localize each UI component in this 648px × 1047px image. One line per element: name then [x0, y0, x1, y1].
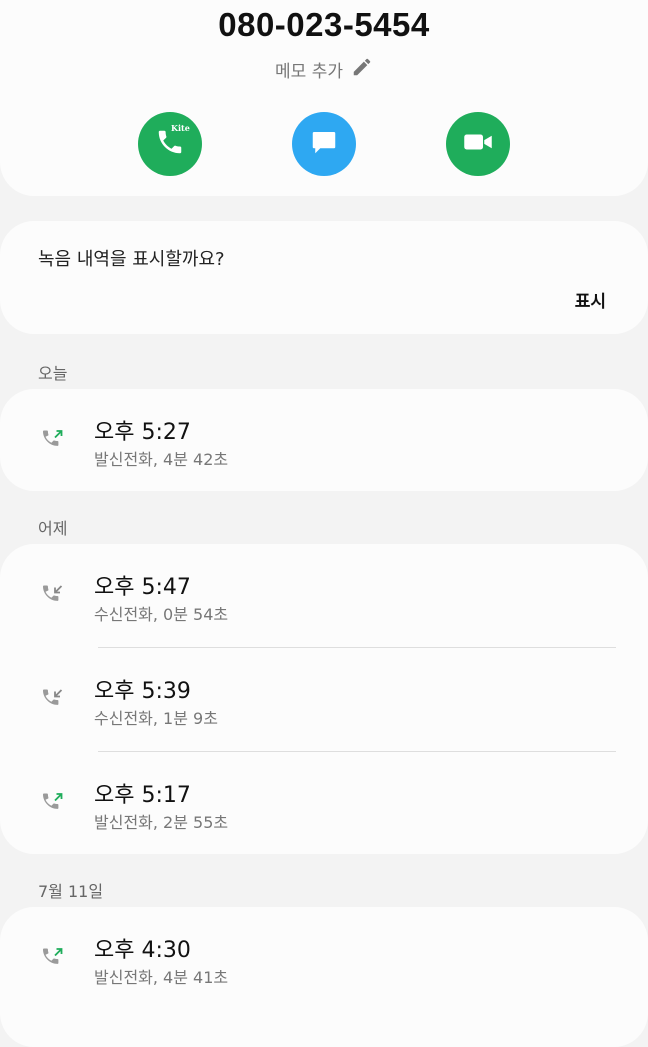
outgoing-call-icon	[40, 790, 66, 820]
call-detail: 수신전화, 1분 9초	[94, 709, 218, 728]
call-time: 오후 4:30	[94, 938, 191, 963]
call-log-entry[interactable]: 오후 5:47 수신전화, 0분 54초	[0, 544, 648, 648]
call-log-entry[interactable]: 오후 5:39 수신전화, 1분 9초	[0, 648, 648, 752]
call-detail: 발신전화, 4분 41초	[94, 968, 229, 987]
call-time: 오후 5:27	[94, 420, 191, 445]
contact-card: 080-023-5454 메모 추가 Kite	[0, 0, 648, 196]
message-button[interactable]	[292, 112, 356, 176]
date-header-today: 오늘	[38, 364, 68, 383]
message-icon	[309, 127, 339, 161]
phone-number: 080-023-5454	[218, 6, 430, 43]
call-detail: 발신전화, 4분 42초	[94, 450, 229, 469]
call-time: 오후 5:47	[94, 575, 191, 600]
call-time: 오후 5:39	[94, 679, 191, 704]
call-detail: 수신전화, 0분 54초	[94, 605, 229, 624]
memo-label: 메모 추가	[275, 62, 343, 82]
call-button[interactable]: Kite	[138, 112, 202, 176]
incoming-call-icon	[40, 582, 66, 612]
date-header-july-11: 7월 11일	[38, 882, 104, 901]
outgoing-call-icon	[40, 427, 66, 457]
show-recordings-button[interactable]: 표시	[575, 287, 606, 312]
video-call-button[interactable]	[446, 112, 510, 176]
call-group-today: 오후 5:27 발신전화, 4분 42초	[0, 389, 648, 491]
incoming-call-icon	[40, 686, 66, 716]
call-time: 오후 5:17	[94, 783, 191, 808]
call-log-entry[interactable]: 오후 5:27 발신전화, 4분 42초	[0, 389, 648, 493]
call-group-yesterday: 오후 5:47 수신전화, 0분 54초 오후 5:39 수신전화, 1분 9초…	[0, 544, 648, 854]
call-group-july-11: 오후 4:30 발신전화, 4분 41초	[0, 907, 648, 1047]
call-log-entry[interactable]: 오후 5:17 발신전화, 2분 55초	[0, 752, 648, 856]
kite-badge: Kite	[171, 123, 190, 133]
outgoing-call-icon	[40, 945, 66, 975]
pencil-icon	[351, 56, 373, 83]
video-icon	[461, 127, 495, 161]
date-header-yesterday: 어제	[38, 519, 68, 538]
call-log-entry[interactable]: 오후 4:30 발신전화, 4분 41초	[0, 907, 648, 1011]
recording-question: 녹음 내역을 표시할까요?	[38, 249, 225, 270]
add-memo-button[interactable]: 메모 추가	[0, 56, 648, 83]
recording-prompt-card: 녹음 내역을 표시할까요? 표시	[0, 221, 648, 334]
call-detail: 발신전화, 2분 55초	[94, 813, 229, 832]
